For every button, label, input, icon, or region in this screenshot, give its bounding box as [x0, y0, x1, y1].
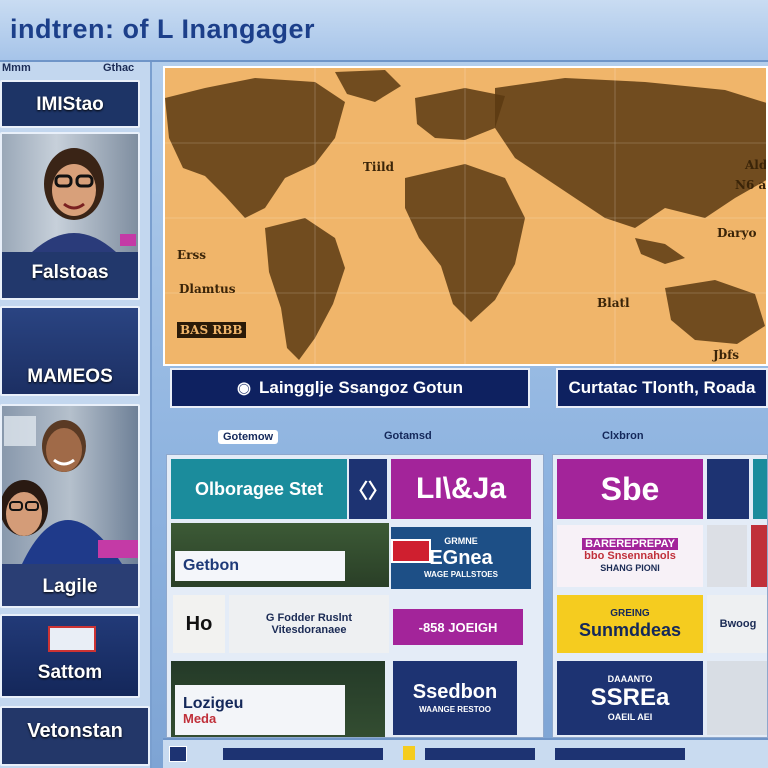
- sidebar-card-lagile[interactable]: Lagile: [0, 404, 140, 608]
- translate-icon[interactable]: 〈〉: [349, 459, 387, 519]
- language-search-label: Laingglje Ssangoz Gotun: [258, 378, 463, 397]
- sidebar-card-falstoas[interactable]: Falstoas: [0, 132, 140, 300]
- status-bar-segment: [223, 748, 383, 760]
- status-bar-segment: [425, 748, 535, 760]
- sidebar-card-thumbnail: [48, 626, 96, 652]
- bottom-toolbar: [163, 738, 768, 768]
- tile-joeigh[interactable]: -858 JOEIGH: [393, 609, 523, 645]
- field-getbon[interactable]: Getbon: [175, 551, 345, 581]
- world-map: [165, 68, 766, 364]
- uk-flag-icon: [391, 539, 431, 563]
- sidebar-card-label: Lagile: [42, 576, 98, 597]
- group-photo: [2, 406, 138, 564]
- title-bar: indtren: of L Inangager: [0, 0, 768, 62]
- world-map-panel[interactable]: Tiild Erss Dlamtus BAS RBB Blatl Ald N6 …: [163, 66, 768, 366]
- tile-navy-1[interactable]: [707, 459, 749, 519]
- map-label: Dlamtus: [179, 282, 236, 296]
- tile-egnea-sub: WAGE PALLSTOES: [424, 570, 498, 579]
- sidebar-card-imistao[interactable]: IMIStao: [0, 80, 140, 128]
- tile-bwoog[interactable]: Bwoog: [707, 595, 767, 653]
- map-label: Ald: [745, 158, 768, 172]
- tile-ssedbon-sub: WAANGE RESTOO: [419, 705, 491, 714]
- sidebar-card-label: IMIStao: [36, 94, 104, 115]
- tile-barerepre[interactable]: BAREREPREPAY bbo Snsennahols SHANG PIONI: [557, 525, 703, 587]
- tile-sbe[interactable]: Sbe: [557, 459, 703, 519]
- tile-ssedbon-title: Ssedbon: [412, 681, 498, 703]
- warning-icon[interactable]: [403, 746, 415, 760]
- tile-lozigeu-sub: Meda: [183, 711, 217, 726]
- sidebar-header-left: Mmm: [2, 62, 31, 74]
- tile-barerepre-sub: SHANG PIONI: [600, 563, 660, 573]
- language-search-bar[interactable]: ◉ Laingglje Ssangoz Gotun: [170, 368, 530, 408]
- tag-gotamsd[interactable]: Gotamsd: [384, 430, 432, 442]
- sidebar-card-label: MAMEOS: [27, 366, 113, 387]
- tile-ho[interactable]: Ho: [173, 595, 225, 653]
- map-label: Blatl: [597, 296, 630, 310]
- map-label: Jbfs: [713, 348, 739, 362]
- country-filter-bar[interactable]: Curtatac Tlonth, Roada: [556, 368, 768, 408]
- map-label: Erss: [177, 248, 206, 262]
- sidebar-card-label: Falstoas: [31, 262, 109, 283]
- tile-sunmddeas-head: GREING: [610, 608, 650, 619]
- people-avatar-icon: [2, 416, 138, 564]
- status-bar-segment: [555, 748, 685, 760]
- profile-photo: [2, 134, 138, 252]
- tile-olboragee[interactable]: Olboragee Stet: [171, 459, 347, 519]
- sidebar-card-vetonstan[interactable]: Vetonstan: [0, 706, 150, 766]
- sidebar-header-right[interactable]: Gthac: [103, 62, 134, 74]
- tile-barerepre-line: bbo Snsennahols: [584, 550, 676, 562]
- map-legend-box: BAS RBB: [177, 322, 246, 338]
- tile-egnea-header: GRMNE: [444, 536, 478, 546]
- tile-sunmddeas[interactable]: GREING Sunmddeas: [557, 595, 703, 653]
- map-label: N6 ail: [735, 178, 767, 192]
- tile-ssedbon[interactable]: Ssedbon WAANGE RESTOO: [393, 661, 517, 735]
- map-label: Daryo: [717, 226, 757, 240]
- tile-fodder-title: G Fodder Ruslnt: [265, 612, 353, 624]
- tile-teal-edge[interactable]: [753, 459, 767, 519]
- tile-lozigeu[interactable]: Lozigeu Meda: [175, 685, 345, 735]
- sidebar: Mmm Gthac IMIStao Falstoas MAMEOS Lagile…: [0, 62, 152, 768]
- tile-sunmddeas-title: Sunmddeas: [578, 620, 682, 640]
- person-avatar-icon: [32, 148, 136, 252]
- globe-icon: ◉: [237, 380, 251, 397]
- card-grid-left: Olboragee Stet 〈〉 LI\&Ja Getbon GRMNE EG…: [166, 454, 544, 738]
- card-grid-right: Sbe BAREREPREPAY bbo Snsennahols SHANG P…: [552, 454, 768, 738]
- tile-egnea-title: EGnea: [429, 547, 493, 569]
- tile-magenta-1[interactable]: LI\&Ja: [391, 459, 531, 519]
- tile-red-edge[interactable]: [751, 525, 767, 587]
- sidebar-card-label: Vetonstan: [27, 720, 123, 742]
- tile-grey-1[interactable]: [707, 525, 747, 587]
- tile-fodder[interactable]: G Fodder Ruslnt Vitesdoranaee: [229, 595, 389, 653]
- tile-fodder-sub: Vitesdoranaee: [271, 624, 347, 636]
- tile-ssrea[interactable]: DAAANTO SSREa OAEIL AEI: [557, 661, 703, 735]
- tile-ssrea-title: SSREa: [590, 684, 670, 711]
- sidebar-card-label: Sattom: [37, 662, 103, 683]
- sidebar-card-mameos[interactable]: MAMEOS: [0, 306, 140, 396]
- tag-gotemow[interactable]: Gotemow: [218, 430, 279, 444]
- country-filter-label: Curtatac Tlonth, Roada: [568, 378, 756, 397]
- tile-ssrea-sub: OAEIL AEI: [607, 712, 653, 722]
- tag-clxbron[interactable]: Clxbron: [602, 430, 644, 442]
- tile-grey-2[interactable]: [707, 661, 767, 735]
- sidebar-card-sattom[interactable]: Sattom: [0, 614, 140, 698]
- map-label: Tiild: [363, 160, 394, 174]
- app-title: indtren: of L Inangager: [10, 14, 316, 44]
- window-icon[interactable]: [169, 746, 187, 762]
- tile-barerepre-head: BAREREPREPAY: [582, 538, 678, 550]
